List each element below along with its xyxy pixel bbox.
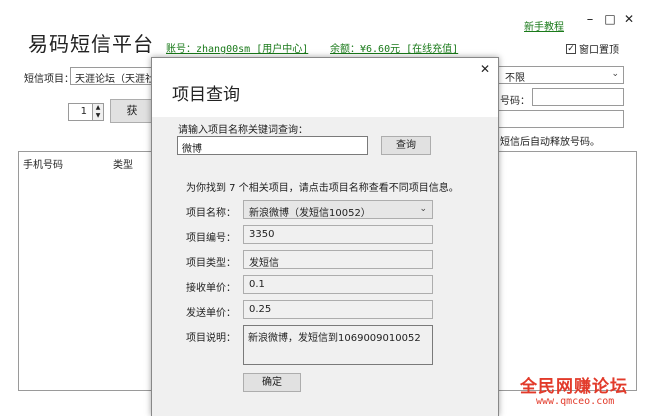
recv-price-field: 0.1 <box>243 275 433 294</box>
id-label: 项目编号： <box>186 233 236 244</box>
account-link[interactable]: 账号：zhang00sm [用户中心] <box>166 40 308 55</box>
recv-price-label: 接收单价： <box>186 283 236 294</box>
project-name-value: 新浪微博（发短信10052） <box>249 208 371 219</box>
region-value: 不限 <box>505 73 525 84</box>
project-id-field: 3350 <box>243 225 433 244</box>
quantity-stepper[interactable]: 1 ▲ ▼ <box>68 103 104 121</box>
desc-label: 项目说明： <box>186 333 236 344</box>
query-prompt: 请输入项目名称关键词查询： <box>178 125 308 136</box>
tutorial-link[interactable]: 新手教程 <box>524 18 564 33</box>
project-type-field: 发短信 <box>243 250 433 269</box>
stepper-arrows-icon[interactable]: ▲ ▼ <box>92 104 103 120</box>
ok-button[interactable]: 确定 <box>243 373 301 392</box>
minimize-button[interactable]: – <box>582 12 598 27</box>
project-desc-field: 新浪微博，发短信到1069009010052 <box>243 325 433 365</box>
chevron-down-icon: ⌄ <box>419 204 427 214</box>
auto-release-text: 短信后自动释放号码。 <box>500 137 600 148</box>
phone-label: 号码： <box>500 96 530 107</box>
balance-link[interactable]: 余额：¥6.60元 [在线充值] <box>330 40 458 55</box>
column-header-type[interactable]: 类型 <box>113 156 133 171</box>
dialog-title: 项目查询 <box>172 85 240 105</box>
project-label: 短信项目： <box>24 74 74 85</box>
region-select[interactable]: 不限 ⌄ <box>498 66 624 84</box>
pin-window-toggle[interactable]: ✓ 窗口置顶 <box>566 41 619 56</box>
column-header-phone[interactable]: 手机号码 <box>23 156 63 171</box>
project-select[interactable]: 天涯论坛（天涯社 <box>70 67 156 85</box>
query-input[interactable]: 微博 <box>177 136 368 155</box>
checkbox-icon[interactable]: ✓ <box>566 43 576 54</box>
send-price-label: 发送单价： <box>186 308 236 319</box>
name-label: 项目名称： <box>186 208 236 219</box>
type-label: 项目类型： <box>186 258 236 269</box>
dialog-close-button[interactable]: ✕ <box>480 62 490 76</box>
project-query-dialog: 项目查询 ✕ 请输入项目名称关键词查询： 微博 查询 为你找到 7 个相关项目，… <box>151 57 499 416</box>
quantity-value: 1 <box>80 106 87 117</box>
get-number-button[interactable]: 获 <box>110 99 154 123</box>
watermark-url: www.qmceo.com <box>536 396 615 407</box>
send-price-field: 0.25 <box>243 300 433 319</box>
watermark-title: 全民网赚论坛 <box>520 377 628 397</box>
app-title: 易码短信平台 <box>28 32 154 56</box>
project-name-select[interactable]: 新浪微博（发短信10052） ⌄ <box>243 200 433 219</box>
phone-input[interactable] <box>532 88 624 106</box>
pin-window-label: 窗口置顶 <box>579 45 619 56</box>
close-button[interactable]: ✕ <box>621 12 637 26</box>
maximize-button[interactable]: □ <box>602 12 618 26</box>
query-button[interactable]: 查询 <box>381 136 431 155</box>
result-count-text: 为你找到 7 个相关项目，请点击项目名称查看不同项目信息。 <box>186 183 459 194</box>
dialog-body: 请输入项目名称关键词查询： 微博 查询 为你找到 7 个相关项目，请点击项目名称… <box>152 117 498 416</box>
chevron-down-icon: ⌄ <box>611 69 619 79</box>
secondary-input[interactable] <box>498 110 624 128</box>
